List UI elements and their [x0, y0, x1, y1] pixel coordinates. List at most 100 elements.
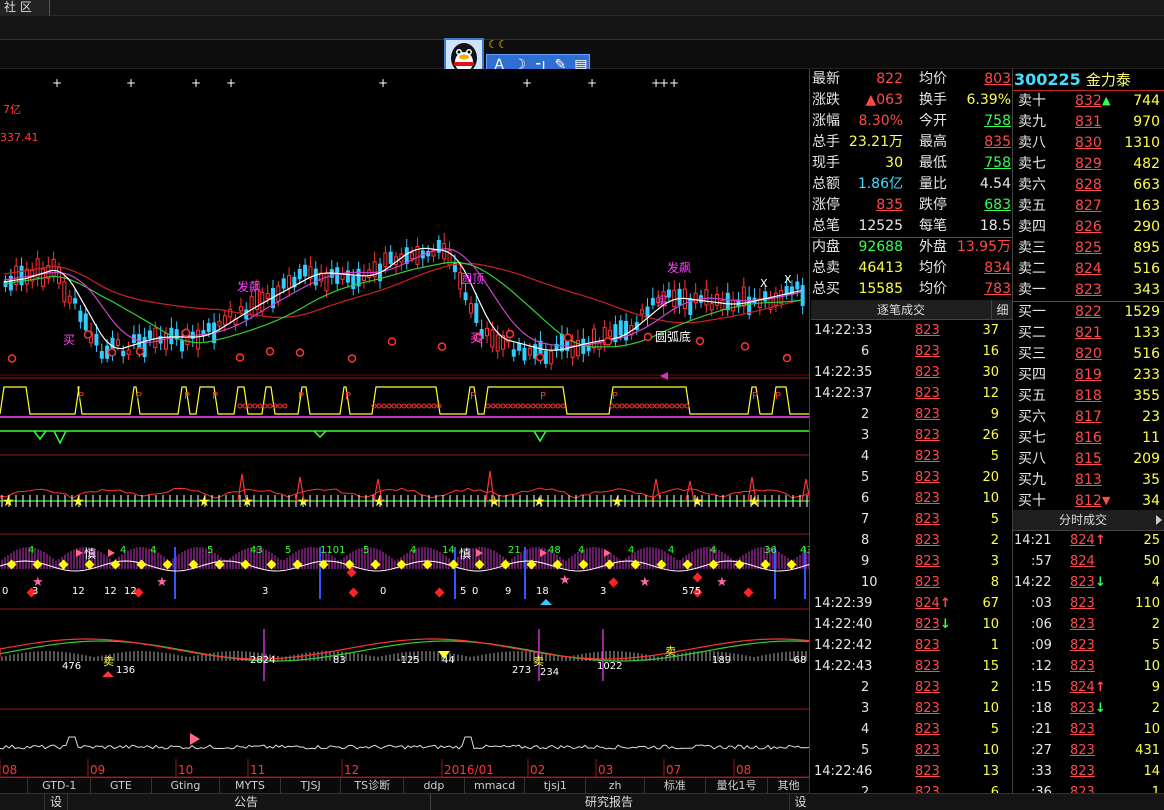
bid-volume: 516 — [1133, 346, 1160, 362]
left-settings-button[interactable]: 设 — [44, 794, 68, 810]
ask-row[interactable]: 卖三 825 895 — [1013, 238, 1164, 259]
bid-row[interactable]: 买八 815 209 — [1013, 449, 1164, 470]
indicator-tab[interactable]: mmacd — [465, 778, 526, 794]
scroll-right-icon[interactable] — [1155, 514, 1163, 526]
oscillator-value: 189 — [712, 655, 731, 666]
minute-volume: 2 — [1151, 701, 1160, 716]
bid-volume: 35 — [1142, 472, 1160, 488]
low-point-marker — [437, 342, 447, 351]
ask-price: 825 — [1075, 240, 1102, 256]
oscillator-value: 83 — [333, 655, 346, 666]
ask-row[interactable]: 卖五 827 163 — [1013, 196, 1164, 217]
up-arrow-icon: ↑ — [1095, 533, 1106, 548]
quote-row: 总买 15585 均价 783 — [811, 279, 1013, 300]
low-point-marker — [643, 332, 653, 342]
bid-row[interactable]: 买一 822 1529 — [1013, 302, 1164, 323]
axis-date-label: 11 — [250, 763, 265, 777]
bid-row[interactable]: 买六 817 23 — [1013, 407, 1164, 428]
ask-label: 卖七 — [1018, 156, 1046, 172]
bid-volume: 233 — [1133, 367, 1160, 383]
research-report-tab[interactable]: 研究报告 — [585, 794, 633, 810]
indicator-tab[interactable]: zh — [586, 778, 645, 794]
bid-row[interactable]: 买四 819 233 — [1013, 365, 1164, 386]
bid-row[interactable]: 买七 816 11 — [1013, 428, 1164, 449]
indicator-tab[interactable]: ddp — [404, 778, 465, 794]
bid-label: 买六 — [1018, 409, 1046, 425]
peak-marker: P — [612, 391, 618, 402]
tick-row: 14:22:33 823 37 — [811, 321, 1012, 342]
minute-price: 823 — [1070, 638, 1095, 653]
tick-volume: 3 — [990, 554, 999, 569]
tick-trades-title[interactable]: 逐笔成交 — [811, 300, 991, 320]
minute-trades-panel[interactable]: 分时成交 14:21 824 25 ↑:57 824 50 14:22 823 4 ↓:03 823… — [1013, 510, 1164, 793]
indicator-tab[interactable]: 其他 — [768, 778, 811, 794]
minute-trades-title[interactable]: 分时成交 — [1013, 510, 1153, 531]
oscillator-value: 2824 — [250, 655, 275, 666]
tick-detail-button[interactable]: 细 — [991, 300, 1012, 320]
tick-time: 3 — [861, 701, 870, 716]
ask-row[interactable]: 卖九 831 970 — [1013, 112, 1164, 133]
ask-row[interactable]: 卖一 823 343 — [1013, 280, 1164, 301]
indicator-value: 5 — [285, 545, 291, 556]
minute-price: 824 — [1070, 680, 1095, 695]
indicator-tab[interactable]: GTD-1 — [28, 778, 92, 794]
quote-field-label: 最低 — [919, 155, 947, 171]
bid-row[interactable]: 买二 821 133 — [1013, 323, 1164, 344]
indicator-value: 3 — [600, 586, 606, 597]
ask-row[interactable]: 卖七 829 482 — [1013, 154, 1164, 175]
indicator-tab[interactable]: Gting — [152, 778, 221, 794]
quote-field-label: 均价 — [919, 281, 947, 297]
indicator-value: 9 — [505, 586, 511, 597]
tick-volume: 10 — [982, 701, 999, 716]
indicator-tab[interactable]: tjsj1 — [525, 778, 587, 794]
right-settings-button[interactable]: 设 — [789, 794, 811, 810]
quote-field-value: 783 — [984, 281, 1011, 297]
minute-time: :33 — [1031, 764, 1052, 779]
axis-date-label: 2016/01 — [444, 763, 494, 777]
tick-row: 7 823 5 — [811, 510, 1012, 531]
minute-price: 823 — [1070, 764, 1095, 779]
bid-price: 812 — [1075, 493, 1102, 509]
bid-row[interactable]: 买十 812 34 ▼ — [1013, 491, 1164, 512]
tick-trades-panel[interactable]: 逐笔成交 细 14:22:33 823 37 6 823 16 14:22:35 823 30 1… — [811, 300, 1013, 793]
indicator-tab[interactable]: MYTS — [220, 778, 281, 794]
announcement-tab[interactable]: 公告 — [234, 794, 258, 810]
bid-row[interactable]: 买三 820 516 — [1013, 344, 1164, 365]
indicator-value: 0 — [2, 586, 8, 597]
tick-row: 10 823 8 — [811, 573, 1012, 594]
kline-chart[interactable]: + + + + + + + + + + P P P P P P P P P P P ★ ★ ★ ★ ★ ★ ★ ★ ★ ★ ★ ★ ★ ★ ★ ★ 4 4 4… — [0, 69, 810, 777]
ask-volume: 290 — [1133, 219, 1160, 235]
indicator-tab[interactable]: 量化1号 — [706, 778, 769, 794]
indicator-tab[interactable]: TJSJ — [281, 778, 342, 794]
tick-row: 14:22:39 824 67 ↑ — [811, 594, 1012, 615]
tick-price: 823 — [915, 470, 940, 485]
ask-row[interactable]: 卖六 828 663 — [1013, 175, 1164, 196]
ask-label: 卖六 — [1018, 177, 1046, 193]
ask-row[interactable]: 卖八 830 1310 — [1013, 133, 1164, 154]
diamond-marker — [604, 559, 615, 570]
tick-time: 5 — [861, 470, 870, 485]
indicator-tab[interactable]: GTE — [91, 778, 152, 794]
ask-row[interactable]: 卖二 824 516 — [1013, 259, 1164, 280]
menu-item-community[interactable]: 社 区 — [0, 0, 50, 16]
indicator-tab[interactable]: 标准 — [645, 778, 706, 794]
indicator-tab[interactable]: TS诊断 — [341, 778, 405, 794]
low-point-marker — [265, 347, 275, 356]
quote-field-label: 总笔 — [812, 218, 840, 234]
bid-row[interactable]: 买九 813 35 — [1013, 470, 1164, 491]
kline-chart-svg[interactable]: + + + + + + + ++ +P P P P P P P P P P P★ ★ ★ ★ ★ ★ ★ ★ ★ ★ ★★ ★ ★ ★ ★4 4 4… — [0, 69, 810, 777]
bid-row[interactable]: 买五 818 355 — [1013, 386, 1164, 407]
indicator-value: 4 — [578, 545, 584, 556]
quote-field-label: 跌停 — [919, 197, 947, 213]
tick-volume: 67 — [982, 596, 999, 611]
ask-row[interactable]: 卖十 832 744 ▲ — [1013, 91, 1164, 112]
quote-field-value: 1.86亿 — [857, 176, 903, 192]
minute-time: 14:21 — [1014, 533, 1052, 548]
ask-row[interactable]: 卖四 826 290 — [1013, 217, 1164, 238]
minute-row: :33 823 14 — [1013, 762, 1164, 783]
minute-volume: 9 — [1151, 680, 1160, 695]
bid-volume: 1529 — [1124, 304, 1160, 320]
axis-date-label: 03 — [598, 763, 613, 777]
indicator-value: 4 — [410, 545, 416, 556]
tick-volume: 10 — [982, 617, 999, 632]
